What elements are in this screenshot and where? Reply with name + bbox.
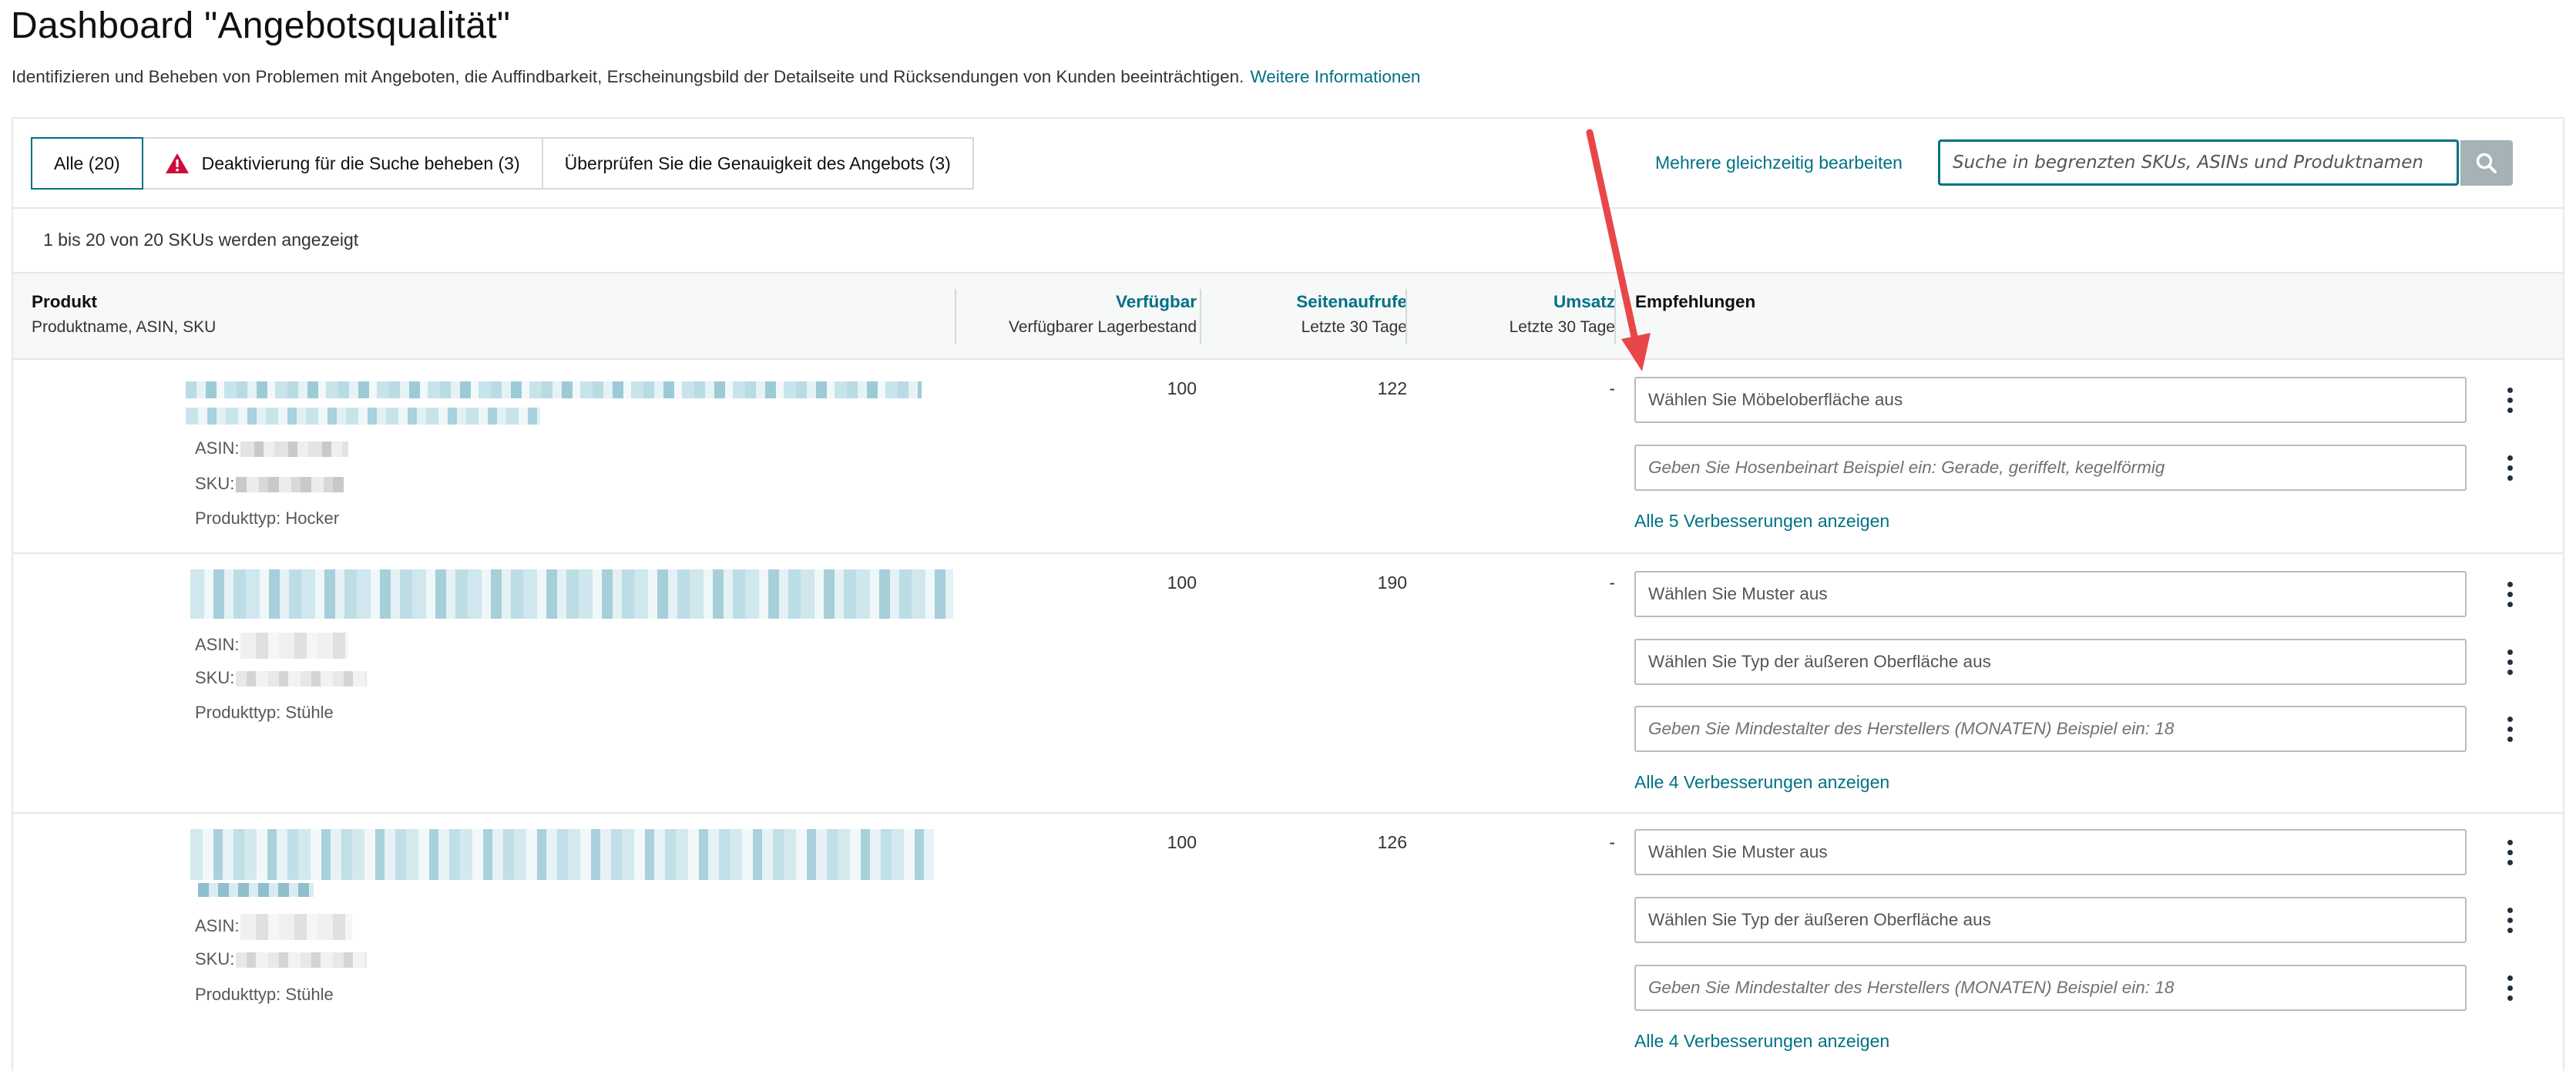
recommendation-text: Wählen Sie Typ der äußeren Oberfläche au… — [1648, 652, 1991, 671]
recommendation-text: Wählen Sie Muster aus — [1648, 584, 1828, 603]
filter-tabs: Alle (20) Deaktivierung für die Suche be… — [31, 137, 974, 190]
toolbar-divider — [13, 207, 2563, 209]
recommendation-text: Geben Sie Hosenbeinart Beispiel ein: Ger… — [1648, 458, 2165, 477]
recommendation-select[interactable]: Wählen Sie Typ der äußeren Oberfläche au… — [1634, 897, 2467, 943]
col-product-sub: Produktname, ASIN, SKU — [32, 318, 217, 336]
product-name-redacted — [186, 408, 540, 425]
sku-label: SKU: — [195, 668, 235, 687]
col-sales-sort[interactable]: Umsatz — [1553, 292, 1615, 312]
search-button[interactable] — [2460, 140, 2513, 186]
sku-line: SKU: — [195, 949, 368, 969]
sku-redacted — [236, 477, 344, 493]
col-available-sort[interactable]: Verfügbar — [1116, 292, 1197, 312]
asin-label: ASIN: — [195, 915, 240, 935]
recommendation-text: Geben Sie Mindestalter des Herstellers (… — [1648, 719, 2175, 738]
col-separator — [1200, 289, 1201, 344]
product-name-redacted — [186, 381, 922, 398]
page-title: Dashboard "Angebotsqualität" — [11, 5, 511, 46]
sales-value: - — [1609, 378, 1615, 398]
table-row: ASIN: SKU: Produkttyp: Stühle 100 126 - … — [13, 814, 2563, 1071]
product-name-redacted — [190, 569, 953, 619]
show-all-improvements-link[interactable]: Alle 4 Verbesserungen anzeigen — [1634, 1031, 1889, 1052]
asin-line: ASIN: — [195, 914, 353, 940]
tab-fix-deactivation-label: Deaktivierung für die Suche beheben (3) — [201, 153, 520, 173]
more-options-icon[interactable] — [2500, 965, 2519, 1011]
warning-icon — [165, 153, 189, 173]
asin-line: ASIN: — [195, 633, 349, 659]
product-type: Produkttyp: Stühle — [195, 985, 334, 1004]
recommendation-input[interactable]: Geben Sie Mindestalter des Herstellers (… — [1634, 706, 2467, 752]
tab-all[interactable]: Alle (20) — [31, 137, 143, 190]
product-name-redacted — [190, 829, 934, 880]
col-pageviews-sub: Letzte 30 Tage — [1301, 318, 1407, 336]
sales-value: - — [1609, 832, 1615, 852]
tab-check-accuracy[interactable]: Überprüfen Sie die Genauigkeit des Angeb… — [541, 137, 974, 190]
description-text: Identifizieren und Beheben von Problemen… — [12, 67, 1244, 86]
pageviews-value: 190 — [1377, 572, 1407, 593]
sales-value: - — [1609, 572, 1615, 593]
more-options-icon[interactable] — [2500, 897, 2519, 943]
asin-label: ASIN: — [195, 634, 240, 654]
table-row: ASIN: SKU: Produkttyp: Stühle 100 190 - … — [13, 554, 2563, 814]
tab-check-accuracy-label: Überprüfen Sie die Genauigkeit des Angeb… — [564, 153, 951, 173]
recommendation-input[interactable]: Geben Sie Mindestalter des Herstellers (… — [1634, 965, 2467, 1011]
col-product-title: Produkt — [32, 292, 98, 311]
more-options-icon[interactable] — [2500, 639, 2519, 685]
pageviews-value: 122 — [1377, 378, 1407, 398]
table-header: Produkt Produktname, ASIN, SKU Verfügbar… — [13, 272, 2563, 360]
search-icon — [2476, 153, 2497, 173]
recommendation-select[interactable]: Wählen Sie Typ der äußeren Oberfläche au… — [1634, 639, 2467, 685]
asin-redacted — [240, 633, 349, 659]
asin-label: ASIN: — [195, 438, 240, 458]
col-recommendations-title: Empfehlungen — [1635, 292, 1756, 311]
available-value: 100 — [1167, 572, 1197, 593]
sku-label: SKU: — [195, 474, 235, 493]
product-type: Produkttyp: Stühle — [195, 703, 334, 722]
col-separator — [1614, 289, 1616, 344]
pageviews-value: 126 — [1377, 832, 1407, 852]
sku-redacted — [236, 952, 368, 969]
product-name-redacted — [198, 883, 314, 897]
col-separator — [955, 289, 956, 344]
sku-label: SKU: — [195, 949, 235, 969]
show-all-improvements-link[interactable]: Alle 4 Verbesserungen anzeigen — [1634, 772, 1889, 793]
recommendation-text: Wählen Sie Muster aus — [1648, 842, 1828, 861]
recommendation-select[interactable]: Wählen Sie Muster aus — [1634, 571, 2467, 617]
show-all-improvements-link[interactable]: Alle 5 Verbesserungen anzeigen — [1634, 511, 1889, 532]
table-row: ASIN: SKU: Produkttyp: Hocker 100 122 - … — [13, 360, 2563, 554]
asin-line: ASIN: — [195, 438, 349, 458]
sku-line: SKU: — [195, 668, 368, 688]
more-options-icon[interactable] — [2500, 445, 2519, 491]
available-value: 100 — [1167, 832, 1197, 852]
col-available-sub: Verfügbarer Lagerbestand — [1008, 318, 1197, 336]
recommendation-text: Wählen Sie Typ der äußeren Oberfläche au… — [1648, 910, 1991, 929]
search-input[interactable] — [1953, 153, 2457, 173]
more-options-icon[interactable] — [2500, 377, 2519, 423]
search-box — [1938, 139, 2459, 186]
tab-fix-deactivation[interactable]: Deaktivierung für die Suche beheben (3) — [141, 137, 543, 190]
asin-redacted — [240, 914, 353, 940]
more-options-icon[interactable] — [2500, 571, 2519, 617]
recommendation-text: Wählen Sie Möbeloberfläche aus — [1648, 390, 1903, 409]
col-sales-sub: Letzte 30 Tage — [1509, 318, 1615, 336]
sku-line: SKU: — [195, 474, 344, 494]
results-count: 1 bis 20 von 20 SKUs werden angezeigt — [43, 230, 359, 250]
more-options-icon[interactable] — [2500, 829, 2519, 875]
multi-edit-link[interactable]: Mehrere gleichzeitig bearbeiten — [1655, 153, 1903, 173]
tab-all-label: Alle (20) — [54, 153, 120, 173]
product-type: Produkttyp: Hocker — [195, 509, 340, 528]
recommendation-text: Geben Sie Mindestalter des Herstellers (… — [1648, 978, 2175, 997]
sku-redacted — [236, 671, 368, 687]
asin-redacted — [240, 441, 349, 458]
recommendation-input[interactable]: Geben Sie Hosenbeinart Beispiel ein: Ger… — [1634, 445, 2467, 491]
page-description: Identifizieren und Beheben von Problemen… — [12, 67, 1420, 87]
col-pageviews-sort[interactable]: Seitenaufrufe — [1296, 292, 1407, 312]
more-options-icon[interactable] — [2500, 706, 2519, 752]
more-info-link[interactable]: Weitere Informationen — [1250, 67, 1420, 86]
available-value: 100 — [1167, 378, 1197, 398]
recommendation-select[interactable]: Wählen Sie Muster aus — [1634, 829, 2467, 875]
col-separator — [1406, 289, 1407, 344]
recommendation-select[interactable]: Wählen Sie Möbeloberfläche aus — [1634, 377, 2467, 423]
